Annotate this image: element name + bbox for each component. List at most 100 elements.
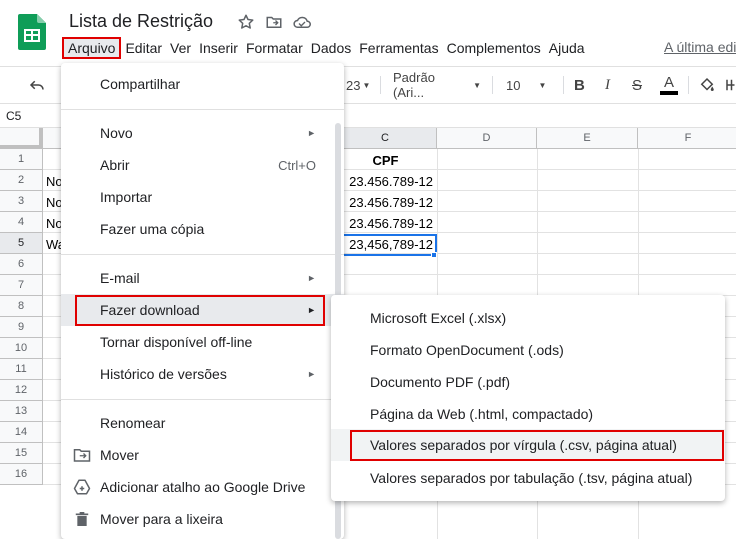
menu-divider xyxy=(61,109,344,110)
document-title[interactable]: Lista de Restrição xyxy=(69,11,213,32)
menu-item-label: Novo xyxy=(100,125,133,141)
menu-dados[interactable]: Dados xyxy=(307,37,355,59)
row-header-9[interactable]: 9 xyxy=(0,317,43,338)
sheets-logo-icon[interactable] xyxy=(18,14,46,50)
menu-item-label: Mover para a lixeira xyxy=(100,511,223,527)
submenu-item-label: Microsoft Excel (.xlsx) xyxy=(370,310,507,326)
download-submenu: Microsoft Excel (.xlsx) Formato OpenDocu… xyxy=(331,295,725,501)
row-header-4[interactable]: 4 xyxy=(0,212,43,233)
menu-item-label: Mover xyxy=(100,447,139,463)
menu-complementos[interactable]: Complementos xyxy=(443,37,545,59)
menu-editar[interactable]: Editar xyxy=(121,37,166,59)
select-all-corner[interactable] xyxy=(0,128,43,149)
menu-item-historico[interactable]: Histórico de versões ► xyxy=(61,358,344,390)
move-folder-icon[interactable] xyxy=(264,12,284,32)
menu-item-email[interactable]: E-mail ► xyxy=(61,262,344,294)
submenu-item-label: Valores separados por vírgula (.csv, pág… xyxy=(370,437,677,453)
submenu-arrow-icon: ► xyxy=(307,128,316,138)
download-csv[interactable]: Valores separados por vírgula (.csv, pág… xyxy=(331,429,725,461)
row-header-8[interactable]: 8 xyxy=(0,296,43,317)
column-header-f[interactable]: F xyxy=(638,128,736,149)
column-header-d[interactable]: D xyxy=(437,128,537,149)
number-format-dropdown[interactable]: 23 ▼ xyxy=(346,67,370,103)
menu-item-fazer-download[interactable]: Fazer download ► xyxy=(61,294,344,326)
trash-icon xyxy=(73,510,91,528)
menu-item-label: Importar xyxy=(100,189,153,205)
menu-item-label: Abrir xyxy=(100,157,130,173)
submenu-item-label: Documento PDF (.pdf) xyxy=(370,374,511,390)
italic-button[interactable]: I xyxy=(605,67,610,103)
menu-ferramentas[interactable]: Ferramentas xyxy=(355,37,442,59)
column-header-e[interactable]: E xyxy=(537,128,638,149)
toolbar-divider xyxy=(688,76,689,94)
menu-item-novo[interactable]: Novo ► xyxy=(61,117,344,149)
menu-arquivo[interactable]: Arquivo xyxy=(62,37,122,59)
last-edit-link[interactable]: A última edi xyxy=(664,39,736,55)
cloud-status-icon[interactable] xyxy=(292,12,312,32)
chevron-down-icon: ▼ xyxy=(473,80,481,90)
menu-ver[interactable]: Ver xyxy=(166,37,195,59)
row-header-1[interactable]: 1 xyxy=(0,149,43,170)
menu-item-lixeira[interactable]: Mover para a lixeira xyxy=(61,503,344,535)
text-color-button[interactable]: A xyxy=(660,67,678,103)
menu-item-label: Adicionar atalho ao Google Drive xyxy=(100,479,306,495)
undo-icon[interactable] xyxy=(28,67,46,103)
download-xlsx[interactable]: Microsoft Excel (.xlsx) xyxy=(331,302,725,334)
row-header-13[interactable]: 13 xyxy=(0,401,43,422)
strikethrough-button[interactable]: S xyxy=(632,67,642,103)
submenu-item-label: Formato OpenDocument (.ods) xyxy=(370,342,564,358)
number-format-label: 23 xyxy=(346,77,361,93)
name-box[interactable]: C5 xyxy=(0,104,60,128)
submenu-item-label: Valores separados por tabulação (.tsv, p… xyxy=(370,470,693,486)
font-family-label: Padrão (Ari... xyxy=(393,70,435,100)
download-html[interactable]: Página da Web (.html, compactado) xyxy=(331,398,725,430)
row-header-6[interactable]: 6 xyxy=(0,254,43,275)
fill-color-icon[interactable] xyxy=(698,67,716,103)
cell-c2[interactable]: 23.456.789-12 xyxy=(334,171,437,192)
menu-item-mover[interactable]: Mover xyxy=(61,439,344,471)
cell-c4[interactable]: 23.456.789-12 xyxy=(334,213,437,234)
download-tsv[interactable]: Valores separados por tabulação (.tsv, p… xyxy=(331,462,725,494)
submenu-arrow-icon: ► xyxy=(307,369,316,379)
download-pdf[interactable]: Documento PDF (.pdf) xyxy=(331,366,725,398)
row-header-11[interactable]: 11 xyxy=(0,359,43,380)
row-header-10[interactable]: 10 xyxy=(0,338,43,359)
menu-item-label: Compartilhar xyxy=(100,76,181,92)
menu-formatar[interactable]: Formatar xyxy=(242,37,307,59)
menu-item-renomear[interactable]: Renomear xyxy=(61,407,344,439)
cell-c1-header[interactable]: CPF xyxy=(334,150,437,171)
download-ods[interactable]: Formato OpenDocument (.ods) xyxy=(331,334,725,366)
submenu-item-label: Página da Web (.html, compactado) xyxy=(370,406,594,422)
active-cell-outline xyxy=(333,234,437,256)
column-header-c[interactable]: C xyxy=(334,128,437,149)
borders-icon[interactable] xyxy=(724,67,736,103)
row-header-3[interactable]: 3 xyxy=(0,191,43,212)
submenu-arrow-icon: ► xyxy=(307,273,316,283)
row-header-15[interactable]: 15 xyxy=(0,443,43,464)
menu-item-label: Fazer uma cópia xyxy=(100,221,205,237)
row-header-14[interactable]: 14 xyxy=(0,422,43,443)
row-header-5[interactable]: 5 xyxy=(0,233,43,254)
menu-item-label: Fazer download xyxy=(100,302,200,318)
menu-item-shortcut: Ctrl+O xyxy=(278,157,316,173)
star-icon[interactable] xyxy=(236,12,256,32)
row-header-12[interactable]: 12 xyxy=(0,380,43,401)
fill-handle[interactable] xyxy=(431,252,437,258)
row-header-7[interactable]: 7 xyxy=(0,275,43,296)
menu-item-abrir[interactable]: Abrir Ctrl+O xyxy=(61,149,344,181)
font-size-dropdown[interactable]: 10 ▼ xyxy=(506,67,556,103)
row-header-16[interactable]: 16 xyxy=(0,464,43,485)
text-color-swatch xyxy=(660,91,678,95)
row-header-2[interactable]: 2 xyxy=(0,170,43,191)
menu-item-label: E-mail xyxy=(100,270,140,286)
cell-c3[interactable]: 23.456.789-12 xyxy=(334,192,437,213)
menu-inserir[interactable]: Inserir xyxy=(195,37,242,59)
menu-item-atalho-drive[interactable]: Adicionar atalho ao Google Drive xyxy=(61,471,344,503)
font-family-dropdown[interactable]: Padrão (Ari... ▼ xyxy=(393,67,481,103)
bold-button[interactable]: B xyxy=(574,67,585,103)
menu-item-importar[interactable]: Importar xyxy=(61,181,344,213)
menu-item-offline[interactable]: Tornar disponível off-line xyxy=(61,326,344,358)
menu-item-fazer-copia[interactable]: Fazer uma cópia xyxy=(61,213,344,245)
menu-ajuda[interactable]: Ajuda xyxy=(545,37,589,59)
menu-item-compartilhar[interactable]: Compartilhar xyxy=(61,68,344,100)
